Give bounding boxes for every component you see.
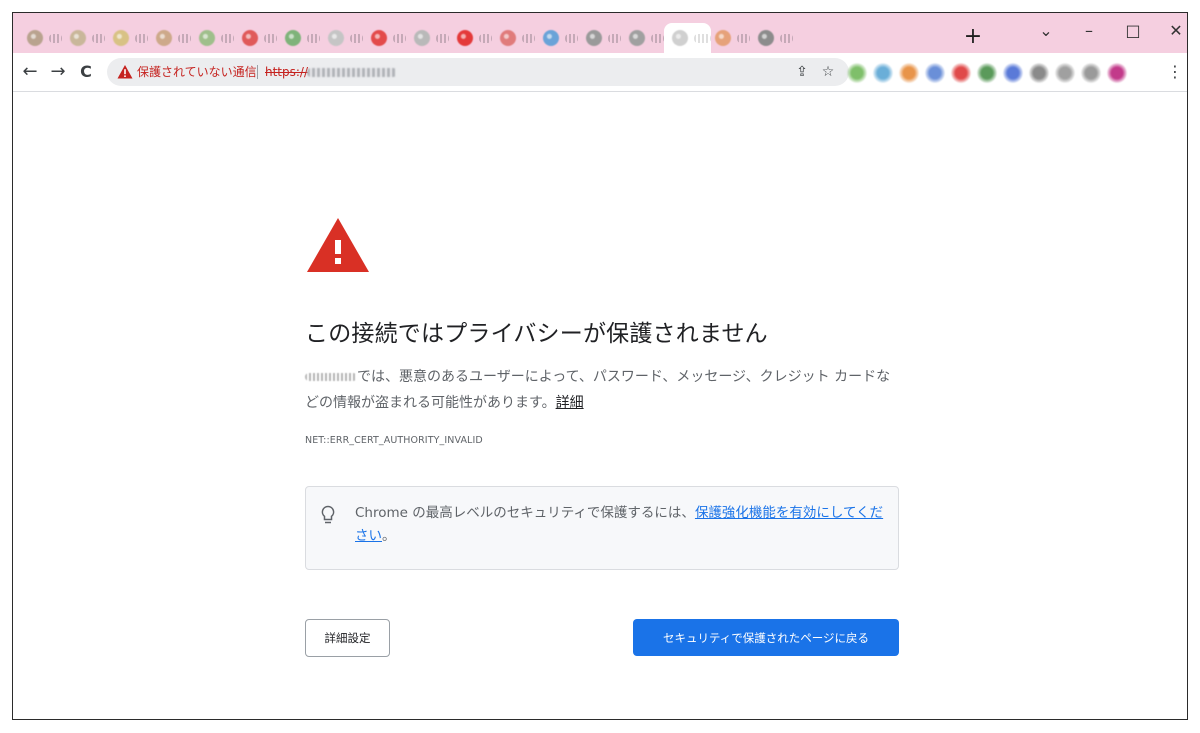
tab-title-redacted [307, 33, 320, 43]
favicon-icon [328, 30, 344, 46]
menu-icon[interactable]: ⋮ [1167, 61, 1183, 83]
tab[interactable] [363, 23, 406, 53]
favicon-icon [543, 30, 559, 46]
enhanced-protection-suffix: 。 [382, 528, 396, 544]
tab-title-redacted [651, 33, 664, 43]
tab-title-redacted [92, 33, 105, 43]
omnibox-divider [257, 65, 258, 79]
bookmark-star-icon[interactable]: ☆ [817, 61, 839, 83]
maximize-button[interactable]: □ [1118, 19, 1148, 43]
extension-icon[interactable] [899, 63, 919, 83]
tab-title-redacted [221, 33, 234, 43]
danger-triangle-icon [307, 218, 369, 272]
extension-icon[interactable] [977, 63, 997, 83]
tab[interactable] [62, 23, 105, 53]
tab[interactable] [707, 23, 750, 53]
tab[interactable] [449, 23, 492, 53]
minimize-button[interactable]: – [1074, 19, 1104, 43]
favicon-icon [113, 30, 129, 46]
share-icon[interactable]: ⇪ [791, 61, 813, 83]
extension-icon[interactable] [951, 63, 971, 83]
favicon-icon [629, 30, 645, 46]
favicon-icon [457, 30, 473, 46]
tab[interactable] [105, 23, 148, 53]
tab[interactable] [277, 23, 320, 53]
favicon-icon [371, 30, 387, 46]
favicon-icon [414, 30, 430, 46]
tab-title-redacted [393, 33, 406, 43]
tab[interactable] [234, 23, 277, 53]
favicon-icon [27, 30, 43, 46]
error-code: NET::ERR_CERT_AUTHORITY_INVALID [305, 435, 483, 446]
tab-title-redacted [178, 33, 191, 43]
forward-arrow-icon[interactable]: → [45, 59, 71, 85]
enhanced-protection-prefix: Chrome の最高レベルのセキュリティで保護するには、 [355, 505, 695, 521]
enhanced-protection-text: Chrome の最高レベルのセキュリティで保護するには、保護強化機能を有効にして… [355, 502, 885, 548]
details-link[interactable]: 詳細 [556, 395, 584, 411]
tab[interactable] [148, 23, 191, 53]
extension-icon[interactable] [873, 63, 893, 83]
reload-icon[interactable]: C [73, 59, 99, 85]
tab[interactable] [191, 23, 234, 53]
back-arrow-icon[interactable]: ← [17, 59, 43, 85]
tab-title-redacted [522, 33, 535, 43]
extension-icon[interactable] [1107, 63, 1127, 83]
description: では、悪意のあるユーザーによって、パスワード、メッセージ、クレジット カードなど… [305, 364, 899, 416]
tab-title-redacted [436, 33, 449, 43]
favicon-icon [758, 30, 774, 46]
description-text: では、悪意のあるユーザーによって、パスワード、メッセージ、クレジット カードなど… [305, 369, 891, 411]
tab-title-redacted [608, 33, 621, 43]
favicon-icon [242, 30, 258, 46]
favicon-icon [586, 30, 602, 46]
tab[interactable] [750, 23, 793, 53]
extension-icon[interactable] [1055, 63, 1075, 83]
favicon-icon [672, 30, 688, 46]
tab-search-button[interactable]: ⌄ [1031, 19, 1061, 43]
url-scheme: https:// [265, 65, 309, 79]
tab-title-redacted [780, 33, 793, 43]
extension-icon[interactable] [847, 63, 867, 83]
page-title: この接続ではプライバシーが保護されません [305, 321, 768, 347]
extension-icon[interactable] [1081, 63, 1101, 83]
not-secure-label[interactable]: 保護されていない通信 [137, 58, 257, 86]
interstitial-page: この接続ではプライバシーが保護されません では、悪意のあるユーザーによって、パス… [13, 92, 1187, 719]
tab[interactable] [621, 23, 664, 53]
enhanced-protection-box: Chrome の最高レベルのセキュリティで保護するには、保護強化機能を有効にして… [305, 486, 899, 570]
back-to-safety-button[interactable]: セキュリティで保護されたページに戻る [633, 619, 899, 656]
favicon-icon [70, 30, 86, 46]
new-tab-button[interactable]: + [961, 25, 985, 49]
lightbulb-icon [321, 505, 335, 524]
tab-strip: + ⌄ – □ ✕ [13, 13, 1187, 53]
tab-active[interactable] [664, 23, 711, 53]
warning-icon[interactable] [117, 64, 133, 80]
tab-title-redacted [264, 33, 277, 43]
tab-title-redacted [49, 33, 62, 43]
tab-title-redacted [737, 33, 750, 43]
tab[interactable] [19, 23, 62, 53]
tab[interactable] [578, 23, 621, 53]
browser-window: + ⌄ – □ ✕ ← → C 保護されていない通信 https:// ⇪ ☆ … [12, 12, 1188, 720]
url-host-redacted [307, 68, 397, 77]
extension-icon[interactable] [1029, 63, 1049, 83]
tab[interactable] [320, 23, 363, 53]
tab[interactable] [535, 23, 578, 53]
favicon-icon [500, 30, 516, 46]
close-button[interactable]: ✕ [1161, 19, 1187, 43]
tab-title-redacted [479, 33, 492, 43]
tab[interactable] [406, 23, 449, 53]
extension-icon[interactable] [925, 63, 945, 83]
favicon-icon [715, 30, 731, 46]
tab-title-redacted [135, 33, 148, 43]
tab-title-redacted [350, 33, 363, 43]
address-bar[interactable]: 保護されていない通信 https:// ⇪ ☆ [107, 58, 849, 86]
tab[interactable] [492, 23, 535, 53]
browser-toolbar: ← → C 保護されていない通信 https:// ⇪ ☆ ⋮ [13, 53, 1187, 92]
favicon-icon [199, 30, 215, 46]
advanced-button[interactable]: 詳細設定 [305, 619, 390, 657]
favicon-icon [156, 30, 172, 46]
extension-icon[interactable] [1003, 63, 1023, 83]
hostname-redacted [305, 373, 357, 381]
tab-title-redacted [565, 33, 578, 43]
favicon-icon [285, 30, 301, 46]
